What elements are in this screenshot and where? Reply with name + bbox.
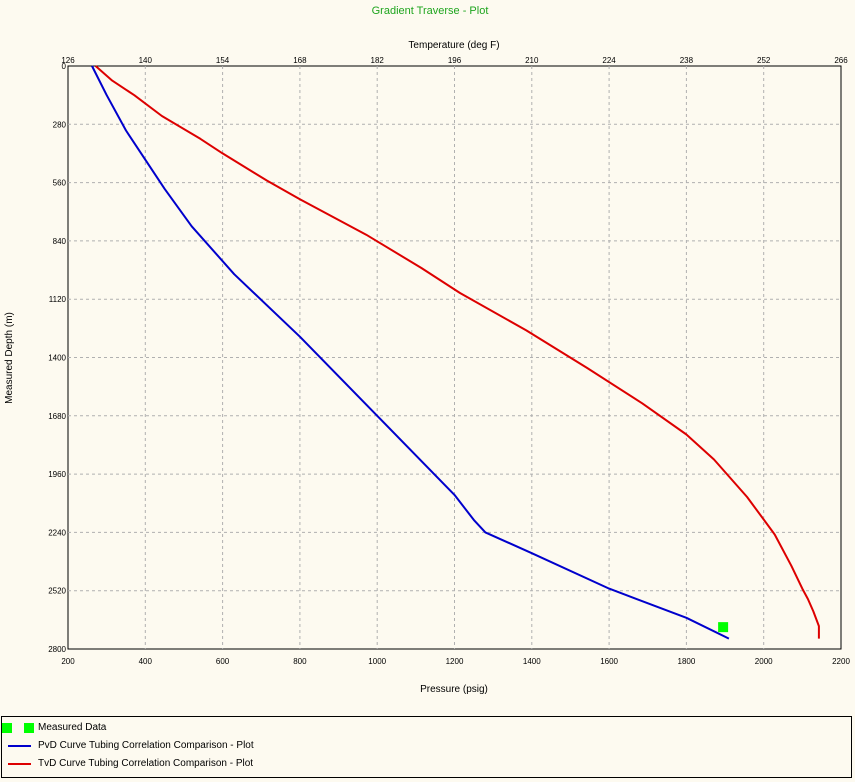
measured-marker-icon <box>24 723 34 733</box>
x-top-tick-label: 140 <box>139 56 153 65</box>
legend-item-pvd: PvD Curve Tubing Correlation Comparison … <box>2 739 851 753</box>
chart: Gradient Traverse - Plot Temperature (de… <box>4 5 850 695</box>
x-bottom-tick-label: 200 <box>61 657 75 666</box>
x-bottom-tick-label: 400 <box>139 657 153 666</box>
measured-marker-icon <box>2 723 12 733</box>
x-top-tick-label: 238 <box>680 56 694 65</box>
bottom-axis-title: Pressure (psig) <box>420 684 488 695</box>
x-bottom-tick-label: 1400 <box>523 657 541 666</box>
y-axis-title: Measured Depth (m) <box>4 312 15 404</box>
y-tick-label: 0 <box>62 62 67 71</box>
red-line-swatch-icon <box>8 763 31 765</box>
y-tick-label: 1960 <box>48 470 66 479</box>
y-tick-label: 2520 <box>48 587 66 596</box>
x-bottom-tick-label: 2200 <box>832 657 850 666</box>
blue-line-swatch-icon <box>8 745 31 747</box>
x-top-tick-label: 196 <box>448 56 462 65</box>
y-tick-label: 840 <box>53 237 67 246</box>
y-tick-label: 2240 <box>48 528 66 537</box>
y-tick-label: 2800 <box>48 645 66 654</box>
legend-label-measured: Measured Data <box>38 722 107 733</box>
x-bottom-tick-label: 1600 <box>600 657 618 666</box>
y-tick-label: 560 <box>53 179 67 188</box>
top-axis-title: Temperature (deg F) <box>408 40 499 51</box>
x-top-tick-label: 224 <box>602 56 616 65</box>
x-top-tick-label: 252 <box>757 56 771 65</box>
measured-data-point <box>718 622 729 633</box>
legend: Measured Data PvD Curve Tubing Correlati… <box>1 716 852 778</box>
x-bottom-tick-label: 1200 <box>446 657 464 666</box>
y-tick-label: 280 <box>53 120 67 129</box>
x-bottom-tick-label: 2000 <box>755 657 773 666</box>
chart-title: Gradient Traverse - Plot <box>372 5 489 17</box>
y-tick-label: 1120 <box>49 295 67 304</box>
x-top-tick-label: 210 <box>525 56 539 65</box>
legend-item-measured: Measured Data <box>2 721 851 735</box>
y-tick-label: 1400 <box>48 354 66 363</box>
x-bottom-tick-label: 1000 <box>368 657 386 666</box>
x-top-tick-label: 154 <box>216 56 230 65</box>
legend-label-tvd: TvD Curve Tubing Correlation Comparison … <box>38 758 254 769</box>
x-top-tick-label: 182 <box>371 56 385 65</box>
legend-item-tvd: TvD Curve Tubing Correlation Comparison … <box>2 757 851 771</box>
x-bottom-tick-label: 800 <box>293 657 307 666</box>
x-top-tick-label: 266 <box>834 56 848 65</box>
y-tick-label: 1680 <box>48 412 66 421</box>
x-bottom-tick-label: 600 <box>216 657 230 666</box>
x-bottom-tick-label: 1800 <box>678 657 696 666</box>
legend-label-pvd: PvD Curve Tubing Correlation Comparison … <box>38 740 254 751</box>
x-top-tick-label: 168 <box>293 56 307 65</box>
